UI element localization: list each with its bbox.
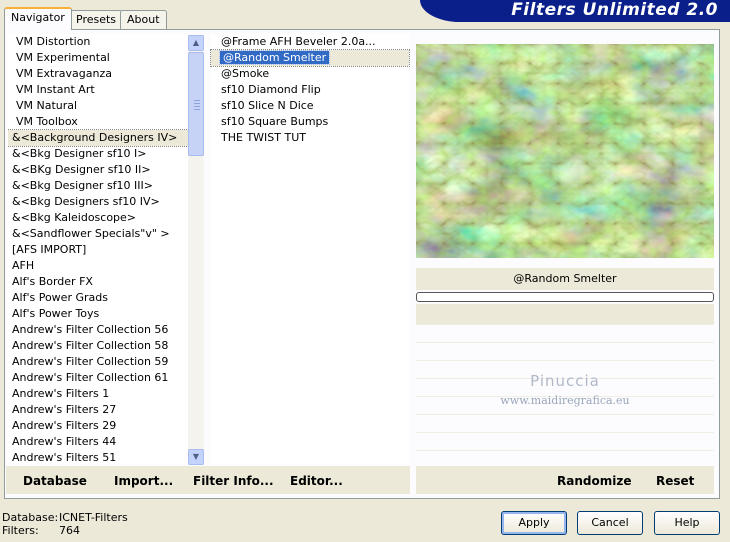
help-button[interactable]: Help [654, 511, 720, 535]
tab-about[interactable]: About [120, 10, 167, 29]
category-item[interactable]: VM Instant Art [8, 82, 188, 98]
filter-item-selected-label: @Random Smelter [218, 50, 331, 65]
filter-item[interactable]: @Frame AFH Beveler 2.0a... [211, 34, 409, 50]
preview-filter-name: @Random Smelter [416, 268, 714, 290]
category-item[interactable]: Andrew's Filter Collection 61 [8, 370, 188, 386]
category-item[interactable]: Andrew's Filters 29 [8, 418, 188, 434]
category-item[interactable]: &<BKg Designer sf10 II> [8, 162, 188, 178]
randomize-button[interactable]: Randomize [557, 473, 631, 489]
category-item[interactable]: Alf's Power Grads [8, 290, 188, 306]
tab-presets[interactable]: Presets [69, 10, 124, 29]
category-item[interactable]: Alf's Border FX [8, 274, 188, 290]
window-title: Filters Unlimited 2.0 [511, 0, 718, 20]
database-value: ICNET-Filters [59, 511, 128, 524]
scroll-down-icon[interactable]: ▼ [188, 449, 204, 465]
database-label: Database: [2, 511, 59, 524]
scroll-thumb[interactable] [188, 52, 204, 156]
control-area [416, 304, 714, 324]
filter-item[interactable]: sf10 Slice N Dice [211, 98, 409, 114]
slider-slot [416, 450, 714, 464]
preview-image [416, 44, 714, 258]
category-list[interactable]: VM Distortion VM Experimental VM Extrava… [8, 34, 188, 464]
progress-bar [416, 292, 714, 302]
category-item[interactable]: &<Bkg Designer sf10 I> [8, 146, 188, 162]
reset-button[interactable]: Reset [656, 473, 694, 489]
watermark-url: www.maidiregrafica.eu [500, 394, 630, 407]
filter-item[interactable]: sf10 Square Bumps [211, 114, 409, 130]
editor-button[interactable]: Editor... [290, 473, 343, 489]
scroll-up-icon[interactable]: ▲ [188, 35, 204, 51]
category-scrollbar[interactable]: ▲ ▼ [188, 35, 204, 465]
slider-slot [416, 432, 714, 450]
category-item[interactable]: [AFS IMPORT] [8, 242, 188, 258]
filters-count: 764 [59, 524, 80, 537]
category-item[interactable]: Alf's Power Toys [8, 306, 188, 322]
category-item[interactable]: Andrew's Filters 27 [8, 402, 188, 418]
category-item[interactable]: VM Natural [8, 98, 188, 114]
category-item[interactable]: Andrew's Filters 44 [8, 434, 188, 450]
category-item[interactable]: VM Extravaganza [8, 66, 188, 82]
filter-list[interactable]: @Frame AFH Beveler 2.0a... @Random Smelt… [210, 34, 410, 464]
cancel-button[interactable]: Cancel [577, 511, 643, 535]
category-item[interactable]: &<Sandflower Specials"v" > [8, 226, 188, 242]
slider-slot [416, 342, 714, 360]
category-item[interactable]: VM Experimental [8, 50, 188, 66]
category-item[interactable]: AFH [8, 258, 188, 274]
category-item[interactable]: &<Bkg Designer sf10 III> [8, 178, 188, 194]
import-button[interactable]: Import... [114, 473, 173, 489]
apply-button[interactable]: Apply [501, 511, 567, 535]
filter-item[interactable]: @Smoke [211, 66, 409, 82]
category-item[interactable]: Andrew's Filters 1 [8, 386, 188, 402]
database-button[interactable]: Database [23, 473, 87, 489]
category-item[interactable]: Andrew's Filters 51 [8, 450, 188, 464]
category-item[interactable]: VM Toolbox [8, 114, 188, 130]
category-item[interactable]: &<Bkg Designers sf10 IV> [8, 194, 188, 210]
tab-navigator[interactable]: Navigator [4, 7, 72, 30]
filters-label: Filters: [2, 524, 39, 537]
watermark-name: Pinuccia [530, 372, 600, 390]
category-item[interactable]: &<Bkg Kaleidoscope> [8, 210, 188, 226]
category-item[interactable]: Andrew's Filter Collection 56 [8, 322, 188, 338]
filter-info-button[interactable]: Filter Info... [193, 473, 274, 489]
filter-item-selected[interactable]: @Random Smelter [210, 49, 410, 67]
category-item[interactable]: Andrew's Filter Collection 58 [8, 338, 188, 354]
slider-slot [416, 324, 714, 342]
category-item-selected[interactable]: &<Background Designers IV> [8, 129, 188, 147]
filter-item[interactable]: sf10 Diamond Flip [211, 82, 409, 98]
category-item[interactable]: VM Distortion [8, 34, 188, 50]
category-item[interactable]: Andrew's Filter Collection 59 [8, 354, 188, 370]
slider-slot [416, 414, 714, 432]
filter-item[interactable]: THE TWIST TUT [211, 130, 409, 146]
